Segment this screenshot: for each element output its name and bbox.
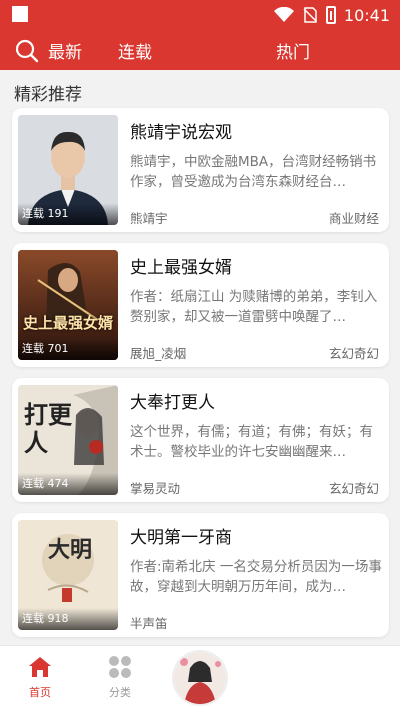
tab-hot[interactable]: 热门 xyxy=(276,38,310,63)
book-description: 熊靖宇，中欧金融MBA，台湾财经畅销书作家，曾受邀成为台湾东森财经台… xyxy=(130,154,377,190)
book-cover[interactable]: 连载 191 xyxy=(18,115,118,225)
status-time: 10:41 xyxy=(343,5,390,25)
top-nav: 最新 连载 热门 xyxy=(0,30,400,70)
status-icons: 10:41 xyxy=(273,4,390,26)
bottom-nav: 首页 分类 xyxy=(0,645,400,711)
serial-badge: 连载 474 xyxy=(18,473,118,495)
nav-home[interactable]: 首页 xyxy=(15,654,65,700)
notification-icon xyxy=(12,6,28,22)
status-bar: 10:41 xyxy=(0,0,400,30)
serial-badge: 连载 918 xyxy=(18,608,118,630)
tab-latest[interactable]: 最新 xyxy=(48,38,82,63)
book-cover[interactable]: 打更人 连载 474 xyxy=(18,385,118,495)
home-icon xyxy=(29,657,51,677)
book-author: 掌易灵动 xyxy=(130,481,181,496)
book-category: 玄幻奇幻 xyxy=(328,346,379,361)
search-icon[interactable] xyxy=(14,38,40,64)
nav-category[interactable]: 分类 xyxy=(95,654,145,700)
book-card[interactable]: 打更人 连载 474 大奉打更人 这个世界，有儒；有道；有佛；有妖；有术士。警校… xyxy=(12,378,389,502)
avatar[interactable] xyxy=(172,650,228,706)
book-category: 玄幻奇幻 xyxy=(328,481,379,496)
book-title: 史上最强女婿 xyxy=(130,258,232,278)
book-title: 大明第一牙商 xyxy=(130,528,232,548)
book-cover[interactable]: 大明 连载 918 xyxy=(18,520,118,630)
cover-title-text: 史上最强女婿 xyxy=(22,314,113,332)
nav-home-label: 首页 xyxy=(29,686,51,699)
book-description: 这个世界，有儒；有道；有佛；有妖；有术士。警校毕业的许七安幽幽醒来… xyxy=(130,424,373,460)
grid-icon xyxy=(109,656,131,678)
avatar-image xyxy=(174,652,226,704)
nav-category-label: 分类 xyxy=(109,686,131,699)
book-author: 熊靖宇 xyxy=(130,211,168,226)
battery-icon xyxy=(325,6,336,24)
serial-badge: 连载 191 xyxy=(18,203,118,225)
book-description: 作者:南希北庆 一名交易分析员因为一场事故，穿越到大明朝万历年间，成为… xyxy=(130,559,382,595)
book-card[interactable]: 大明 连载 918 大明第一牙商 作者:南希北庆 一名交易分析员因为一场事故，穿… xyxy=(12,513,389,637)
cover-title-text: 打更人 xyxy=(24,401,72,457)
tab-serial[interactable]: 连载 xyxy=(118,38,152,63)
section-title: 精彩推荐 xyxy=(14,85,82,105)
book-description: 作者：纸扇江山 为赎赌博的弟弟，李钊入赘别家，却又被一道雷劈中唤醒了… xyxy=(130,289,378,325)
cover-title-text: 大明 xyxy=(47,538,92,563)
serial-badge: 连载 701 xyxy=(18,338,118,360)
book-cover[interactable]: 史上最强女婿 连载 701 xyxy=(18,250,118,360)
no-sim-icon xyxy=(303,7,317,23)
book-author: 半声笛 xyxy=(130,616,168,631)
book-card[interactable]: 连载 191 熊靖宇说宏观 熊靖宇，中欧金融MBA，台湾财经畅销书作家，曾受邀成… xyxy=(12,108,389,232)
book-card[interactable]: 史上最强女婿 连载 701 史上最强女婿 作者：纸扇江山 为赎赌博的弟弟，李钊入… xyxy=(12,243,389,367)
book-category: 商业财经 xyxy=(328,211,379,226)
book-author: 展旭_凌烟 xyxy=(130,346,187,361)
book-title: 大奉打更人 xyxy=(130,393,215,413)
book-title: 熊靖宇说宏观 xyxy=(130,123,232,143)
wifi-icon xyxy=(273,7,294,22)
